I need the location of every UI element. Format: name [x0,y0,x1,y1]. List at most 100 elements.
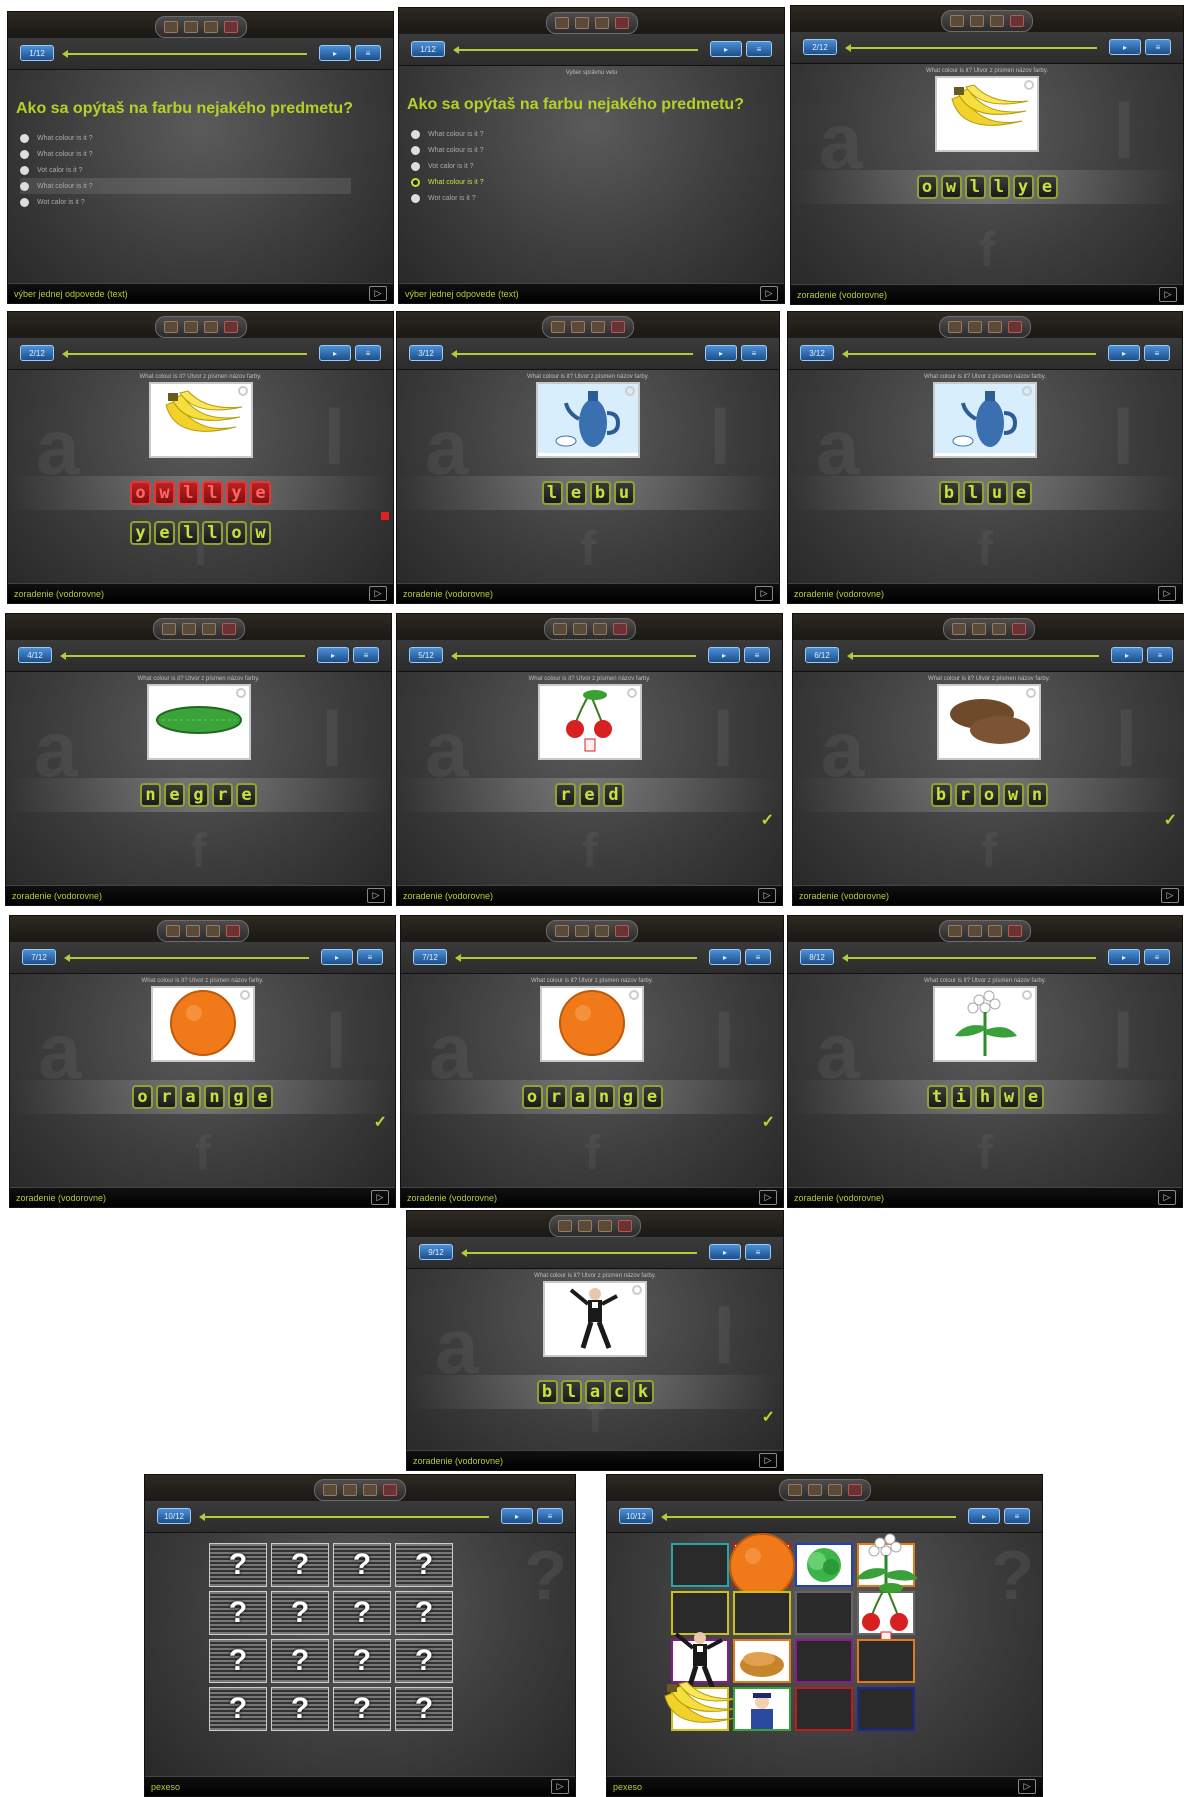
letter-tile[interactable]: e [1036,175,1058,199]
letter-tile[interactable]: e [1010,481,1032,505]
letter-tile[interactable]: y [1012,175,1034,199]
menu-button[interactable]: ≡ [1145,39,1171,55]
zoom-icon[interactable] [632,1285,642,1295]
letter-tile[interactable]: o [132,1085,153,1109]
tab-4-button[interactable] [1008,925,1022,937]
next-button[interactable]: ▸ [319,345,351,361]
letter-tile[interactable]: r [545,1085,567,1109]
tab-1-button[interactable] [165,925,180,937]
menu-button[interactable]: ≡ [1004,1508,1030,1524]
answer-option[interactable]: What colour is it ? [20,146,351,162]
tab-1-button[interactable] [554,17,569,29]
letter-tile[interactable]: u [986,481,1008,505]
tab-1-button[interactable] [952,623,966,635]
memory-card-open[interactable] [733,1639,791,1683]
letter-tile[interactable]: n [1026,783,1048,807]
memory-card[interactable]: ? [333,1639,391,1683]
tab-1-button[interactable] [950,15,964,27]
letter-tile[interactable]: h [974,1085,996,1109]
letter-tile[interactable]: l [202,481,223,505]
continue-button[interactable]: ▷ [371,1190,389,1205]
continue-button[interactable]: ▷ [1158,1190,1176,1205]
zoom-icon[interactable] [629,990,639,1000]
memory-card[interactable]: ? [333,1591,391,1635]
tab-4-button[interactable] [615,925,629,937]
next-button[interactable]: ▸ [501,1508,533,1524]
radio-button[interactable] [20,181,29,191]
radio-button[interactable] [411,161,420,171]
menu-button[interactable]: ≡ [1144,949,1170,965]
letter-tile[interactable]: g [617,1085,639,1109]
letter-tile[interactable]: b [938,481,960,505]
tab-2-button[interactable] [807,1484,822,1496]
continue-button[interactable]: ▷ [369,586,387,601]
next-button[interactable]: ▸ [709,1244,741,1260]
tab-1-button[interactable] [787,1484,802,1496]
next-button[interactable]: ▸ [321,949,353,965]
zoom-icon[interactable] [239,990,250,1000]
tab-2-button[interactable] [183,321,198,333]
answer-option[interactable]: Wot calor is it ? [20,194,351,210]
radio-button[interactable] [411,193,420,203]
zoom-icon[interactable] [625,386,635,396]
tab-3-button[interactable] [203,21,218,33]
tab-4-button[interactable] [223,21,238,33]
memory-card[interactable]: ? [333,1543,391,1587]
tab-4-button[interactable] [1008,321,1022,333]
memory-card-open[interactable] [729,1533,795,1599]
tab-3-button[interactable] [988,925,1002,937]
tab-2-button[interactable] [572,623,587,635]
continue-button[interactable]: ▷ [760,286,778,301]
letter-tile[interactable]: e [252,1085,273,1109]
tab-1-button[interactable] [558,1220,572,1232]
zoom-icon[interactable] [1026,688,1036,698]
next-button[interactable]: ▸ [1108,345,1140,361]
memory-card[interactable]: ? [271,1639,329,1683]
radio-button[interactable] [411,177,420,187]
tab-4-button[interactable] [1012,623,1026,635]
tab-4-button[interactable] [221,623,236,635]
radio-button[interactable] [20,197,29,207]
radio-button[interactable] [411,129,420,139]
tab-2-button[interactable] [185,925,200,937]
memory-card[interactable]: ? [271,1543,329,1587]
menu-button[interactable]: ≡ [1147,647,1173,663]
zoom-icon[interactable] [237,386,248,396]
tab-4-button[interactable] [618,1220,632,1232]
tab-2-button[interactable] [571,321,585,333]
menu-button[interactable]: ≡ [741,345,767,361]
zoom-icon[interactable] [1022,386,1032,396]
letter-tile[interactable]: e [579,783,600,807]
continue-button[interactable]: ▷ [369,286,387,301]
tab-1-button[interactable] [161,623,176,635]
letter-tile[interactable]: b [589,481,611,505]
tab-2-button[interactable] [574,17,589,29]
tab-1-button[interactable] [163,321,178,333]
letter-tile[interactable]: k [632,1380,654,1404]
letter-tile[interactable]: t [926,1085,948,1109]
letter-tile[interactable]: g [188,783,209,807]
next-button[interactable]: ▸ [705,345,737,361]
memory-card-empty[interactable] [671,1543,729,1587]
memory-card-open[interactable] [795,1543,853,1587]
menu-button[interactable]: ≡ [357,949,383,965]
tab-1-button[interactable] [323,1484,337,1496]
letter-tile[interactable]: u [613,481,635,505]
letter-tile[interactable]: e [1022,1085,1044,1109]
tab-2-button[interactable] [968,925,982,937]
next-button[interactable]: ▸ [1109,39,1141,55]
letter-tile[interactable]: l [178,481,199,505]
continue-button[interactable]: ▷ [759,1190,777,1205]
letter-tile[interactable]: e [565,481,587,505]
tab-3-button[interactable] [591,321,605,333]
memory-card-empty[interactable] [733,1591,791,1635]
letter-tile[interactable]: e [236,783,257,807]
tab-3-button[interactable] [594,17,609,29]
letter-tile[interactable]: a [569,1085,591,1109]
tab-1-button[interactable] [552,623,567,635]
memory-card-open[interactable] [857,1583,915,1645]
menu-button[interactable]: ≡ [353,647,379,663]
next-button[interactable]: ▸ [319,45,351,61]
menu-button[interactable]: ≡ [1144,345,1170,361]
tab-3-button[interactable] [201,623,216,635]
